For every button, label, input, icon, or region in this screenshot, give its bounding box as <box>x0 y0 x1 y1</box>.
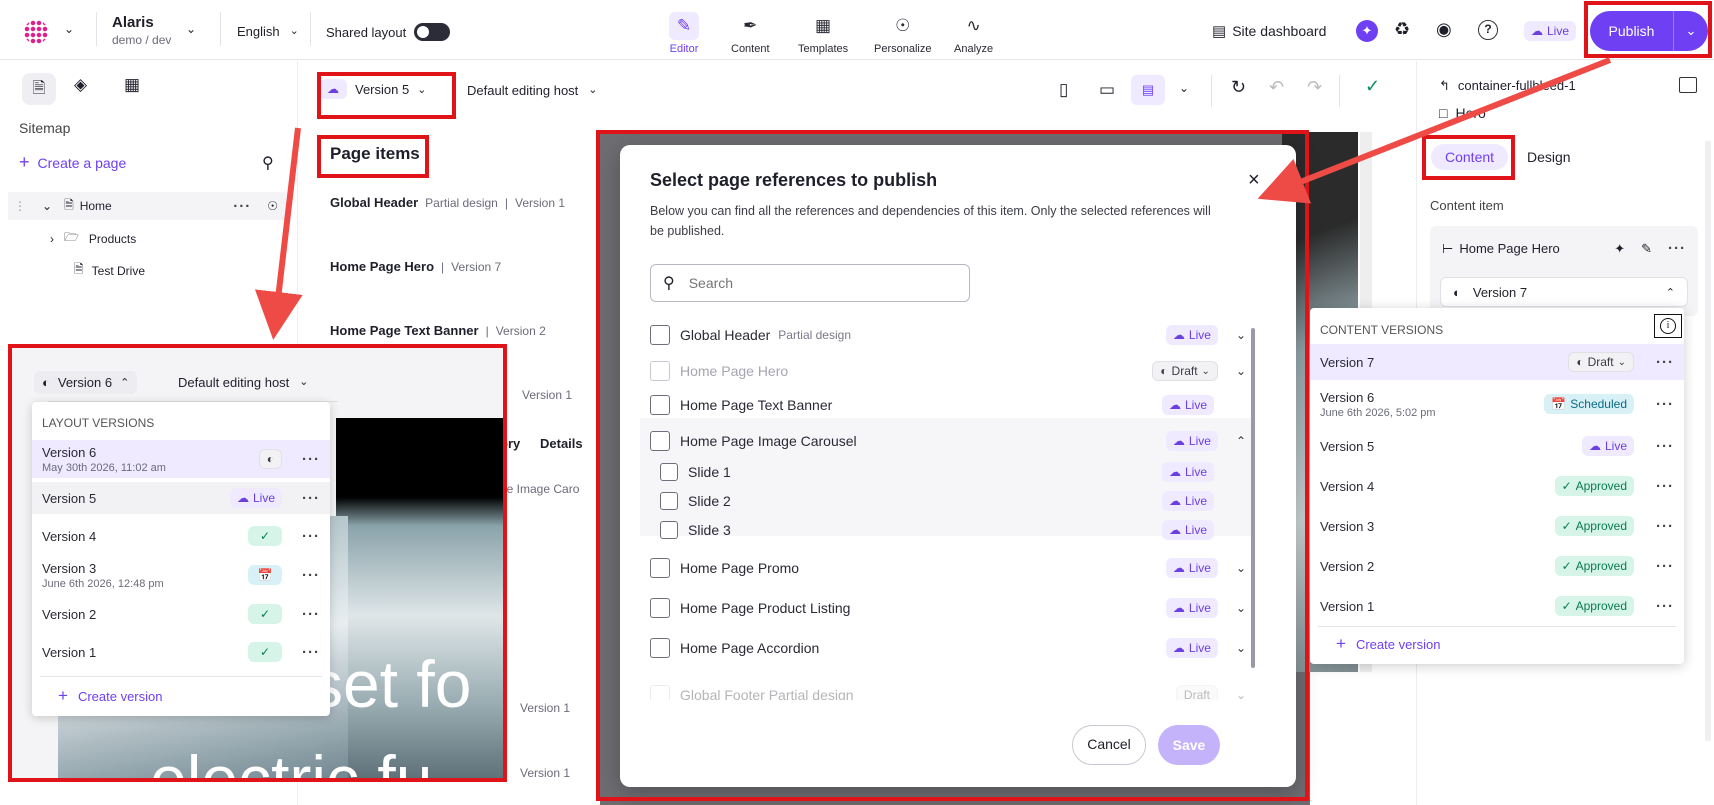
annotation-arrows <box>254 57 1612 340</box>
arrow-to-layout-versions <box>254 127 303 340</box>
arrow-to-modal <box>1257 57 1612 204</box>
